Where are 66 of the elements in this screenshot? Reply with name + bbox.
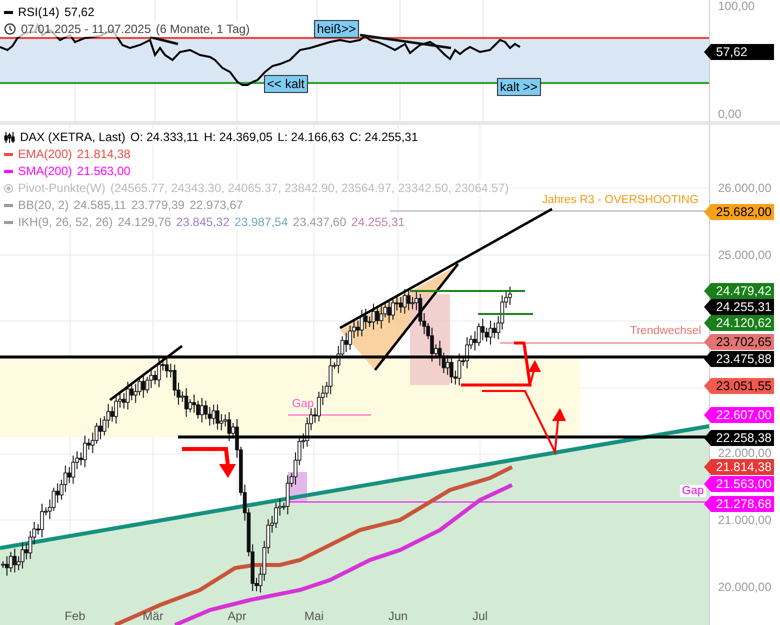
axis-label: Mai — [304, 609, 324, 623]
axis-label: 25.000,00 — [718, 249, 772, 261]
axis-label: Jun — [388, 609, 408, 623]
indicator-value: 24.129,76 — [118, 215, 172, 229]
price-tag: 24.479,42 — [704, 283, 774, 299]
indicator-value: L: 24.166,63 — [278, 130, 344, 144]
indicator-name: EMA(200) — [18, 147, 72, 161]
date-span: (6 Monate, 1 Tag) — [156, 22, 250, 36]
indicator-value: 24.255,31 — [351, 215, 405, 229]
price-tag: 22.258,38 — [704, 430, 774, 446]
axis-label: Feb — [64, 609, 86, 623]
price-tag: 24.120,62 — [704, 315, 774, 331]
indicator-name: BB(20, 2) — [18, 198, 69, 212]
indicator-value: 23.987,54 — [234, 215, 288, 229]
indicator-value: 23.845,32 — [176, 215, 230, 229]
indicator-name: SMA(200) — [18, 164, 72, 178]
date-range: 07.01.2025 - 11.07.2025 — [21, 22, 151, 36]
axis-label: 0,00 — [718, 108, 742, 120]
indicator-value: 23.779,39 — [131, 198, 185, 212]
indicator-name: Pivot-Punkte(W) — [18, 181, 106, 195]
indicator-name: IKH(9, 26, 52, 26) — [18, 215, 113, 229]
indicator-value: O: 24.333,11 — [130, 130, 199, 144]
indicator-value: (24565.77, 24343.30, 24065.37, 23842.90, 23564.97, 23342.50, 23064.57) — [110, 181, 509, 195]
annotation-label: Jahres R3 - OVERSHOOTING — [541, 194, 700, 206]
axis-label: 21.000,00 — [718, 514, 772, 526]
price-tag: 22.607,00 — [704, 407, 774, 423]
indicator-value: H: 24.369,05 — [204, 130, 273, 144]
annotation-label: heiß>> — [314, 20, 359, 38]
value-tag: 57,62 — [704, 44, 774, 60]
annotation-label: << kalt — [264, 75, 308, 93]
axis-label: Jul — [472, 609, 488, 623]
marker-line — [514, 342, 525, 344]
indicator-value: 24.585,11 — [74, 198, 126, 212]
axis-label: 100,00 — [718, 0, 755, 12]
price-tag: 24.255,31 — [704, 299, 774, 315]
axis-label: Mär — [142, 609, 164, 623]
axis-label: 26.000,00 — [718, 182, 772, 194]
arrow-drawing — [522, 342, 541, 386]
indicator-value: 21.814,38 — [77, 147, 130, 161]
annotation-label: Gap — [291, 398, 315, 410]
indicator-value: 22.973,67 — [190, 198, 243, 212]
price-tag: 25.682,00 — [704, 204, 774, 220]
marker-line — [461, 384, 524, 386]
axis-label: 22.000,00 — [718, 447, 772, 459]
axis-label: Apr — [228, 609, 246, 623]
axis-label: 20.000,00 — [718, 581, 772, 593]
price-tag: 21.814,38 — [704, 459, 774, 475]
price-tag: 23.702,65 — [704, 334, 774, 350]
indicator-name: RSI(14) — [18, 5, 60, 19]
price-tag: 23.051,55 — [704, 378, 774, 394]
annotation-label: kalt >> — [497, 78, 541, 96]
price-tag: 23.475,88 — [704, 351, 774, 367]
line-swatch-icon — [4, 10, 13, 14]
trend-line — [150, 36, 178, 46]
indicator-value: 21.563,00 — [77, 164, 130, 178]
indicator-name: DAX (XETRA, Last) — [20, 130, 126, 144]
indicator-value: 23.437,60 — [292, 215, 346, 229]
indicator-value: 57,62 — [64, 5, 94, 19]
annotation-label: Trendwechsel — [629, 325, 702, 337]
level-line — [478, 313, 533, 315]
indicator-value: C: 24.255,31 — [349, 130, 418, 144]
arrow-drawing — [182, 447, 236, 478]
annotation-label: Gap — [680, 485, 706, 497]
price-tag: 21.278,68 — [704, 496, 774, 512]
clock-icon — [4, 23, 16, 35]
price-tag: 21.563,00 — [704, 476, 774, 492]
